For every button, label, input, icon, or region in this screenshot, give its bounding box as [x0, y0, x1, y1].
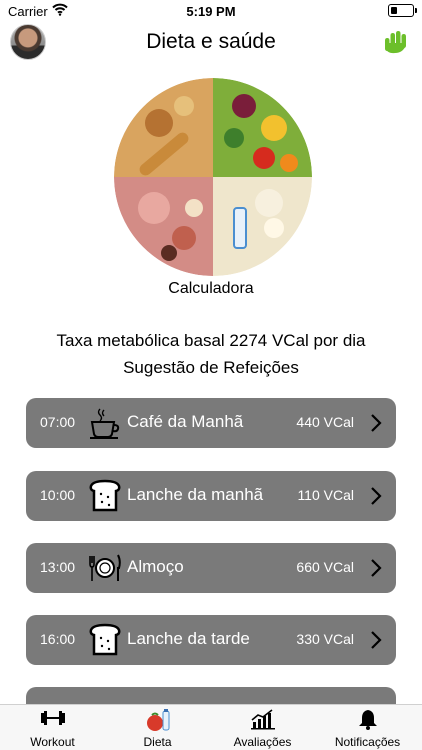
meal-suggestion-heading: Sugestão de Refeições [123, 358, 299, 377]
meal-name: Café da Manhã [127, 412, 244, 431]
meal-calories: 440 VCal [296, 414, 354, 430]
tab-notifications[interactable]: Notificações [315, 705, 420, 750]
meal-calories: 330 VCal [296, 631, 354, 647]
bread-icon [88, 479, 122, 513]
tab-workout[interactable]: Workout [0, 705, 105, 750]
hand-icon[interactable] [382, 29, 410, 60]
tab-label: Dieta [143, 735, 172, 749]
bmr-text: Taxa metabólica basal 2274 VCal por dia [56, 331, 366, 350]
meal-row-morning-snack[interactable]: 10:00 Lanche da manhã 110 VCal [26, 471, 396, 521]
meal-time: 10:00 [40, 487, 76, 503]
tab-label: Workout [30, 735, 75, 749]
meal-time: 16:00 [40, 631, 76, 647]
meal-row-afternoon-snack[interactable]: 16:00 Lanche da tarde 330 VCal [26, 615, 396, 665]
coffee-cup-icon [88, 406, 122, 440]
status-time: 5:19 PM [186, 4, 236, 19]
chevron-right-icon [370, 486, 382, 511]
diet-food-icon [105, 708, 210, 732]
chevron-right-icon [370, 630, 382, 655]
tab-label: Avaliações [233, 735, 292, 749]
tab-diet[interactable]: Dieta [105, 705, 210, 750]
chart-icon [210, 708, 315, 732]
battery-icon [388, 4, 417, 17]
status-bar: Carrier 5:19 PM [0, 0, 422, 22]
dumbbell-icon [0, 708, 105, 732]
meal-calories: 110 VCal [297, 487, 354, 503]
meal-row-partial[interactable] [26, 687, 396, 704]
meal-name: Almoço [127, 557, 184, 576]
food-plate-image [114, 78, 312, 276]
meal-name: Lanche da manhã [127, 485, 264, 504]
tab-evaluations[interactable]: Avaliações [210, 705, 315, 750]
plate-cutlery-icon [88, 551, 122, 585]
tab-bar: Workout Dieta Avaliações Notificações [0, 704, 422, 750]
navigation-bar: Dieta e saúde [0, 22, 422, 66]
meal-row-lunch[interactable]: 13:00 Almoço 660 VCal [26, 543, 396, 593]
calculator-label[interactable]: Calculadora [0, 280, 422, 298]
meal-row-breakfast[interactable]: 07:00 Café da Manhã 440 VCal [26, 398, 396, 448]
page-title: Dieta e saúde [146, 30, 276, 53]
bell-icon [315, 708, 420, 732]
chevron-right-icon [370, 558, 382, 583]
battery-fill [390, 6, 397, 14]
chevron-right-icon [370, 413, 382, 438]
meal-time: 13:00 [40, 559, 76, 575]
tab-label: Notificações [334, 735, 401, 749]
meal-name: Lanche da tarde [127, 629, 250, 648]
bread-icon [88, 623, 122, 657]
meal-time: 07:00 [40, 414, 76, 430]
meal-calories: 660 VCal [296, 559, 354, 575]
